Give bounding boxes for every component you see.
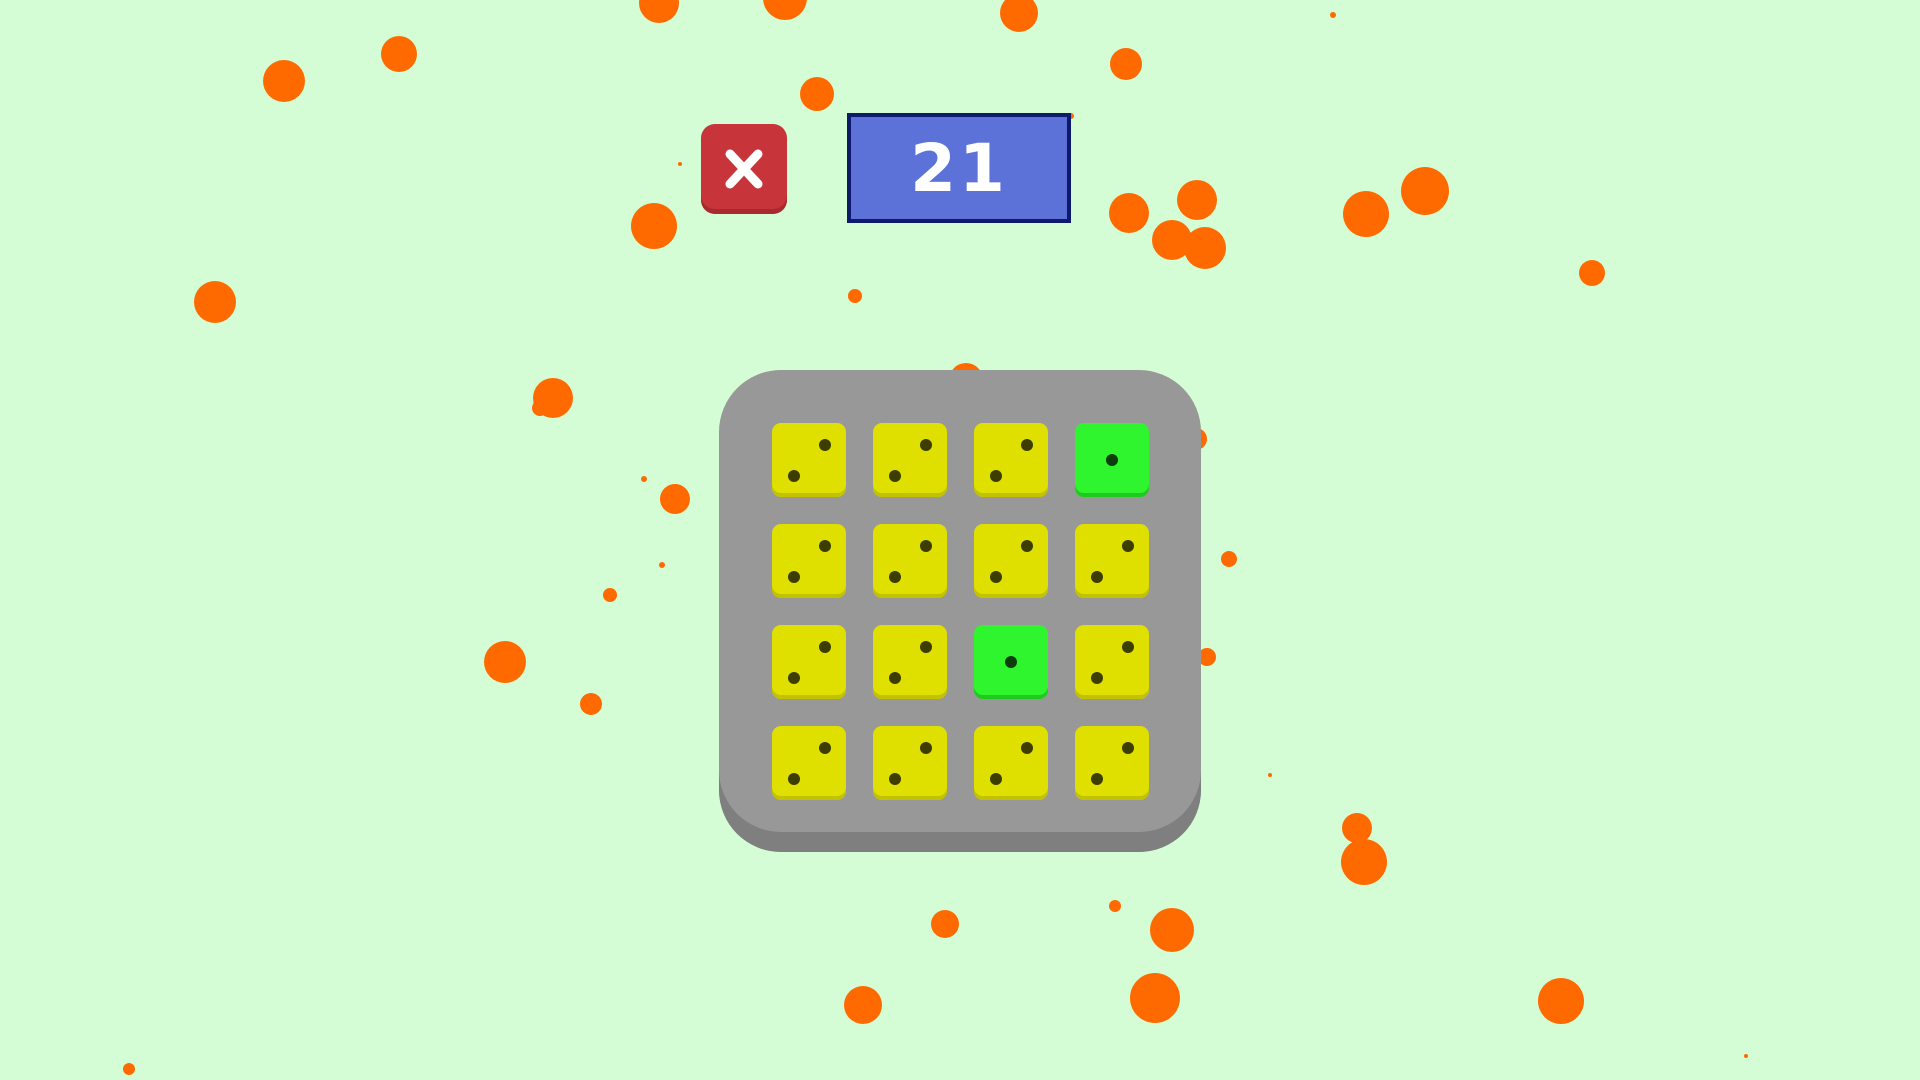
tile-r2-c4[interactable]: [1075, 524, 1149, 598]
tile-r2-c1[interactable]: [772, 524, 846, 598]
particle-dot: [1579, 260, 1605, 286]
particle-dot: [1342, 813, 1372, 843]
tile-pip: [920, 439, 932, 451]
close-icon: [725, 149, 763, 189]
tile-pip: [1091, 571, 1103, 583]
particle-dot: [848, 289, 862, 303]
tile-pip: [819, 439, 831, 451]
game-board: [719, 370, 1201, 852]
tile-r3-c1[interactable]: [772, 625, 846, 699]
tile-r3-c3[interactable]: [974, 625, 1048, 699]
tile-pip: [1091, 672, 1103, 684]
particle-dot: [123, 1063, 135, 1075]
tile-pip: [920, 742, 932, 754]
particle-dot: [1110, 48, 1142, 80]
tile-r2-c3[interactable]: [974, 524, 1048, 598]
tile-r4-c1[interactable]: [772, 726, 846, 800]
particle-dot: [641, 476, 647, 482]
tile-pip: [788, 571, 800, 583]
tile-pip: [788, 672, 800, 684]
particle-dot: [1150, 908, 1194, 952]
tile-pip: [1021, 540, 1033, 552]
particle-dot: [1000, 0, 1038, 32]
tile-pip: [889, 672, 901, 684]
tile-pip: [920, 641, 932, 653]
tile-pip: [788, 773, 800, 785]
tile-r3-c4[interactable]: [1075, 625, 1149, 699]
close-button[interactable]: [701, 124, 787, 214]
tile-pip: [819, 641, 831, 653]
tile-pip: [1122, 742, 1134, 754]
tile-pip: [819, 540, 831, 552]
particle-dot: [1177, 180, 1217, 220]
tile-pip: [889, 571, 901, 583]
particle-dot: [659, 562, 665, 568]
tile-pip: [990, 470, 1002, 482]
tile-pip: [788, 470, 800, 482]
particle-dot: [1343, 191, 1389, 237]
particle-dot: [1109, 193, 1149, 233]
tile-pip: [990, 571, 1002, 583]
particle-dot: [931, 910, 959, 938]
tile-pip: [889, 470, 901, 482]
tile-r1-c1[interactable]: [772, 423, 846, 497]
particle-dot: [1744, 1054, 1748, 1058]
tile-r4-c3[interactable]: [974, 726, 1048, 800]
particle-dot: [263, 60, 305, 102]
tile-pip: [1091, 773, 1103, 785]
particle-dot: [631, 203, 677, 249]
game-stage: 21: [0, 0, 1920, 1080]
particle-dot: [1538, 978, 1584, 1024]
tile-pip: [1005, 656, 1017, 668]
tile-pip: [920, 540, 932, 552]
tile-r4-c2[interactable]: [873, 726, 947, 800]
tile-r1-c4[interactable]: [1075, 423, 1149, 497]
particle-dot: [1330, 12, 1336, 18]
particle-dot: [381, 36, 417, 72]
particle-dot: [1184, 227, 1226, 269]
tile-pip: [1106, 454, 1118, 466]
particle-dot: [1401, 167, 1449, 215]
tile-pip: [1122, 540, 1134, 552]
tile-pip: [990, 773, 1002, 785]
particle-dot: [800, 77, 834, 111]
particle-dot: [639, 0, 679, 23]
particle-dot: [532, 400, 548, 416]
tile-pip: [819, 742, 831, 754]
particle-dot: [1221, 551, 1237, 567]
particle-dot: [1341, 839, 1387, 885]
tile-pip: [1122, 641, 1134, 653]
tile-r2-c2[interactable]: [873, 524, 947, 598]
tile-r1-c3[interactable]: [974, 423, 1048, 497]
particle-dot: [1109, 900, 1121, 912]
particle-dot: [678, 162, 682, 166]
tile-pip: [1021, 742, 1033, 754]
particle-dot: [844, 986, 882, 1024]
particle-dot: [1268, 773, 1272, 777]
particle-dot: [580, 693, 602, 715]
particle-dot: [484, 641, 526, 683]
score-display: 21: [847, 113, 1071, 223]
particle-dot: [603, 588, 617, 602]
particle-dot: [660, 484, 690, 514]
tile-r3-c2[interactable]: [873, 625, 947, 699]
particle-dot: [194, 281, 236, 323]
tile-r4-c4[interactable]: [1075, 726, 1149, 800]
tile-r1-c2[interactable]: [873, 423, 947, 497]
tile-pip: [889, 773, 901, 785]
tile-pip: [1021, 439, 1033, 451]
particle-dot: [1130, 973, 1180, 1023]
particle-dot: [763, 0, 807, 20]
